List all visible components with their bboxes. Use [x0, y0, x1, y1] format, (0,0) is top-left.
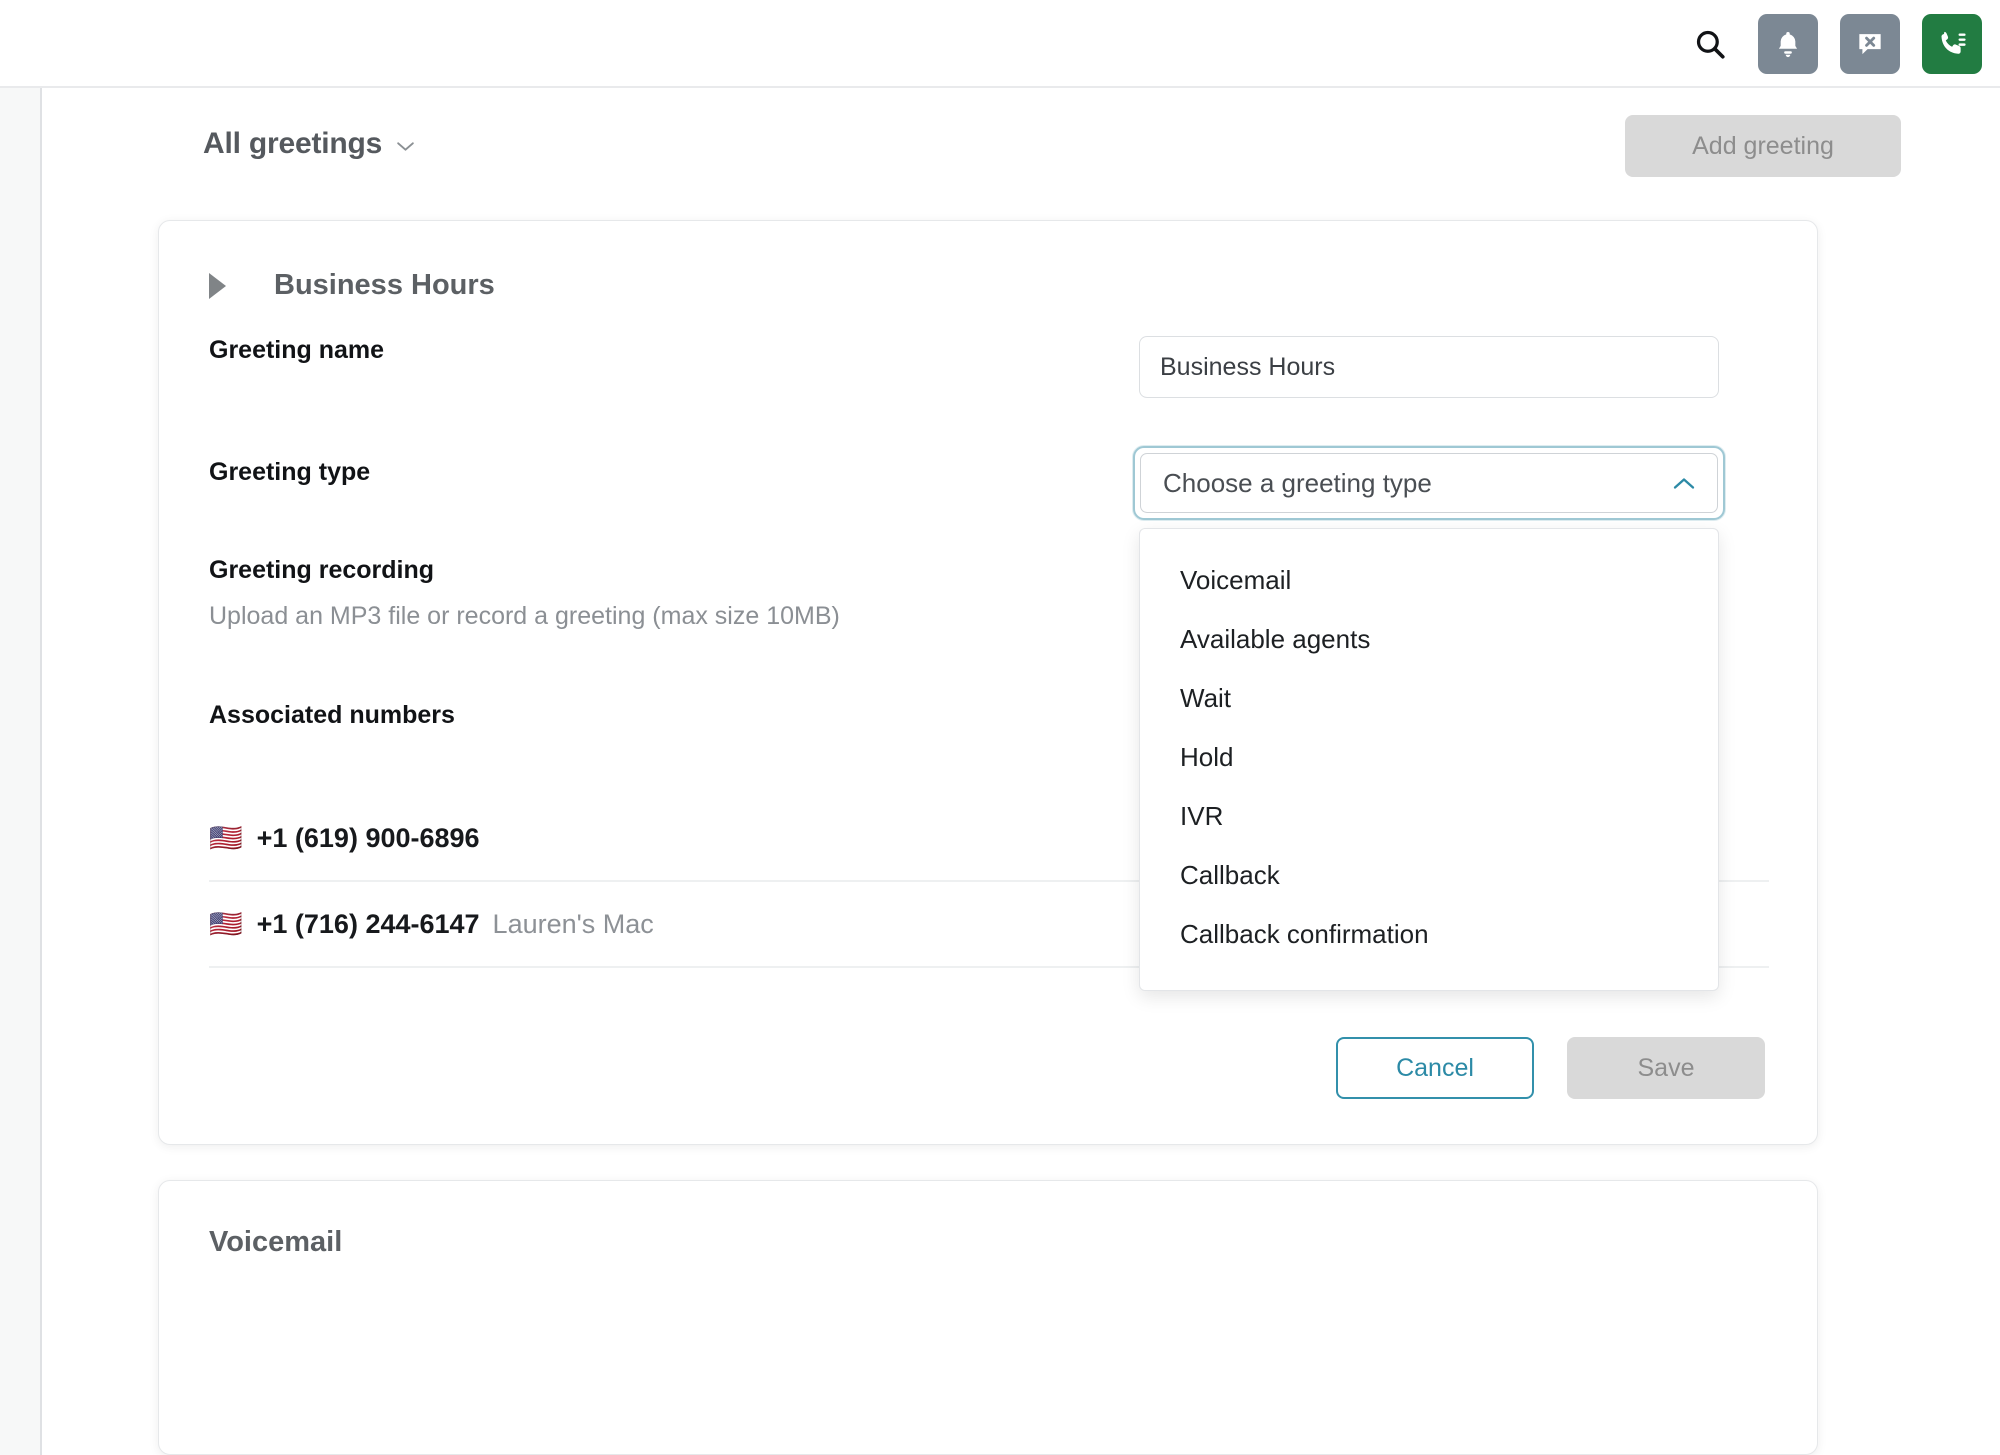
card-title: Business Hours [274, 269, 495, 301]
greeting-type-select[interactable]: Choose a greeting type [1133, 446, 1725, 520]
chat-dismiss-icon[interactable] [1840, 14, 1900, 74]
option-voicemail[interactable]: Voicemail [1140, 551, 1718, 610]
search-icon[interactable] [1684, 18, 1736, 70]
caret-right-icon[interactable] [209, 272, 226, 299]
option-hold[interactable]: Hold [1140, 728, 1718, 787]
greeting-type-select-box[interactable]: Choose a greeting type [1140, 453, 1718, 513]
chevron-up-icon[interactable] [1673, 477, 1695, 490]
greetings-filter-label: All greetings [203, 127, 383, 160]
add-greeting-button[interactable]: Add greeting [1625, 115, 1901, 177]
card-title: Voicemail [209, 1226, 343, 1258]
phone-number: +1 (716) 244-6147 [256, 908, 480, 939]
greeting-type-options-list[interactable]: Voicemail Available agents Wait Hold IVR… [1139, 528, 1719, 991]
option-ivr[interactable]: IVR [1140, 787, 1718, 846]
option-available-agents[interactable]: Available agents [1140, 610, 1718, 669]
greeting-card-voicemail[interactable]: Voicemail [158, 1180, 1818, 1455]
greeting-type-label: Greeting type [209, 458, 371, 486]
greeting-type-row: Greeting type Choose a greeting type Voi… [209, 446, 1769, 991]
greeting-card-business-hours: Business Hours Greeting name Greeting ty… [158, 220, 1818, 1145]
card-title-row: Business Hours [209, 269, 495, 302]
left-nav-rail [0, 88, 42, 1455]
option-callback[interactable]: Callback [1140, 846, 1718, 905]
greeting-name-input[interactable] [1139, 336, 1719, 398]
greeting-type-selected-value: Choose a greeting type [1163, 467, 1432, 498]
greeting-name-row: Greeting name [209, 336, 1769, 398]
cancel-button[interactable]: Cancel [1336, 1037, 1534, 1099]
us-flag-icon: 🇺🇸 [209, 908, 243, 939]
save-button[interactable]: Save [1567, 1037, 1765, 1099]
us-flag-icon: 🇺🇸 [209, 822, 243, 853]
greetings-filter-dropdown[interactable]: All greetings [203, 127, 415, 161]
page-header: All greetings Add greeting [158, 115, 1918, 185]
option-callback-confirmation[interactable]: Callback confirmation [1140, 905, 1718, 964]
main-content: All greetings Add greeting Business Hour… [44, 90, 2000, 1455]
bell-icon[interactable] [1758, 14, 1818, 74]
option-wait[interactable]: Wait [1140, 669, 1718, 728]
phone-device-label: Lauren's Mac [492, 908, 654, 939]
chevron-down-icon [397, 142, 414, 151]
phone-number: +1 (619) 900-6896 [256, 822, 480, 853]
header-actions [1684, 0, 1982, 88]
phone-call-icon[interactable] [1922, 14, 1982, 74]
top-header-bar [0, 0, 2000, 88]
greeting-name-label: Greeting name [209, 336, 385, 364]
